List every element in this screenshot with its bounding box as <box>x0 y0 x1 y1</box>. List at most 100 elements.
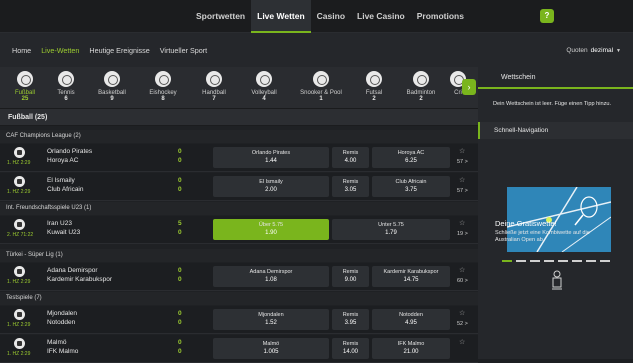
quick-nav-header[interactable]: Schnell-Navigation <box>478 122 633 139</box>
more-markets-link[interactable]: 60 > <box>457 278 468 284</box>
nav-promotions[interactable]: Promotions <box>411 0 470 33</box>
chevron-down-icon: ▼ <box>616 48 621 54</box>
odds-label: Notodden <box>399 312 423 318</box>
odds-button[interactable]: Orlando Pirates 1.44 <box>213 147 329 168</box>
odds-button[interactable]: Remis 4.00 <box>332 147 369 168</box>
subnav-heutige-ereignisse[interactable]: Heutige Ereignisse <box>89 46 149 55</box>
star-icon[interactable]: ☆ <box>459 266 465 274</box>
odds-button[interactable]: Unter 5.75 1.79 <box>332 219 450 240</box>
sports-strip: Fußball 25 Tennis 6 Basketball 9 Eishock… <box>0 67 478 109</box>
carousel-dot[interactable] <box>600 260 610 262</box>
odds-format-label: Quoten <box>566 47 588 54</box>
license-seal-icon <box>552 270 562 290</box>
odds-button-selected[interactable]: Über 5.75 1.90 <box>213 219 329 240</box>
more-markets-link[interactable]: 57 > <box>457 159 468 165</box>
sport-futsal[interactable]: Futsal 2 <box>349 71 399 102</box>
team-home: Adana Demirspor <box>47 267 98 274</box>
sport-count: 6 <box>64 96 68 102</box>
sport-count: 2 <box>419 96 423 102</box>
nav-sportwetten[interactable]: Sportwetten <box>190 0 251 33</box>
league-header[interactable]: Int. Freundschaftsspiele U23 (1) <box>0 202 478 215</box>
score-home: 0 <box>178 339 182 346</box>
futsal-icon <box>366 71 382 87</box>
score-home: 0 <box>178 148 182 155</box>
league-header[interactable]: CAF Champions League (2) <box>0 130 478 143</box>
star-icon[interactable]: ☆ <box>459 309 465 317</box>
sport-volleyball[interactable]: Volleyball 4 <box>239 71 289 102</box>
team-home: Orlando Pirates <box>47 148 93 155</box>
carousel-dot[interactable] <box>544 260 554 262</box>
sport-tennis[interactable]: Tennis 6 <box>41 71 91 102</box>
star-icon[interactable]: ☆ <box>459 147 465 155</box>
odds-button[interactable]: Remis 9.00 <box>332 266 369 287</box>
nav-casino[interactable]: Casino <box>311 0 351 33</box>
more-markets-link[interactable]: 19 > <box>457 231 468 237</box>
odds-format-select[interactable]: Quoten dezimal ▼ <box>566 47 621 54</box>
match-row[interactable]: 2. HZ 71:22 Iran U23 Kuwait U23 5 0 Über… <box>0 216 478 244</box>
nav-live-wetten[interactable]: Live Wetten <box>251 0 311 33</box>
odds-label: Malmö <box>262 341 280 347</box>
subnav-home[interactable]: Home <box>12 46 31 55</box>
subnav-virtueller-sport[interactable]: Virtueller Sport <box>160 46 207 55</box>
odds-button[interactable]: Kardemir Karabukspor 14.75 <box>372 266 450 287</box>
score-away: 0 <box>178 186 182 193</box>
odds-button[interactable]: Notodden 4.95 <box>372 309 450 330</box>
carousel-dot[interactable] <box>586 260 596 262</box>
subnav-live-wetten[interactable]: Live-Wetten <box>41 46 79 55</box>
odds-label: Club Africain <box>395 179 427 185</box>
sport-count: 1 <box>319 96 323 102</box>
odds-label: Unter 5.75 <box>378 222 404 228</box>
star-icon[interactable]: ☆ <box>459 338 465 346</box>
star-icon[interactable]: ☆ <box>459 176 465 184</box>
more-markets-link[interactable]: 52 > <box>457 321 468 327</box>
sport-badminton[interactable]: Badminton 2 <box>396 71 446 102</box>
odds-button[interactable]: Adana Demirspor 1.08 <box>213 266 329 287</box>
odds-button[interactable]: Remis 3.95 <box>332 309 369 330</box>
league-header[interactable]: Türkei - Süper Lig (1) <box>0 249 478 262</box>
odds-button[interactable]: Club Africain 3.75 <box>372 176 450 197</box>
match-time: 1. HZ 2:29 <box>7 160 31 166</box>
match-row[interactable]: 1. HZ 2:29 El Ismaily Club Africain 0 0 … <box>0 173 478 201</box>
match-time: 1. HZ 2:29 <box>7 279 31 285</box>
snooker-icon <box>313 71 329 87</box>
more-markets-link[interactable]: 57 > <box>457 188 468 194</box>
odds-value: 14.00 <box>342 349 358 355</box>
main-nav: Sportwetten Live Wetten Casino Live Casi… <box>190 0 470 33</box>
carousel-dot[interactable] <box>502 260 512 262</box>
help-icon[interactable]: ? <box>540 9 554 23</box>
odds-button[interactable]: El Ismaily 2.00 <box>213 176 329 197</box>
sport-hockey[interactable]: Eishockey 8 <box>138 71 188 102</box>
nav-live-casino[interactable]: Live Casino <box>351 0 411 33</box>
sport-handball[interactable]: Handball 7 <box>189 71 239 102</box>
match-time: 1. HZ 2:29 <box>7 189 31 195</box>
odds-button[interactable]: Remis 3.05 <box>332 176 369 197</box>
carousel-dot[interactable] <box>558 260 568 262</box>
sport-count: 9 <box>110 96 114 102</box>
match-row[interactable]: 1. HZ 2:29 Orlando Pirates Horoya AC 0 0… <box>0 144 478 172</box>
score-away: 0 <box>178 229 182 236</box>
carousel-dot[interactable] <box>530 260 540 262</box>
category-header[interactable]: Fußball (25) <box>0 109 478 126</box>
team-away: Kuwait U23 <box>47 229 81 236</box>
team-home: Iran U23 <box>47 220 72 227</box>
odds-button[interactable]: Malmö 1.005 <box>213 338 329 359</box>
match-row[interactable]: 1. HZ 2:29 Mjondalen Notodden 0 0 Mjonda… <box>0 306 478 334</box>
star-icon[interactable]: ☆ <box>459 219 465 227</box>
carousel-dot[interactable] <box>572 260 582 262</box>
odds-button[interactable]: Mjondalen 1.52 <box>213 309 329 330</box>
carousel-dot[interactable] <box>516 260 526 262</box>
football-icon <box>14 219 25 230</box>
sub-bar: Home Live-Wetten Heutige Ereignisse Virt… <box>0 33 633 67</box>
sport-snooker[interactable]: Snooker & Pool 1 <box>296 71 346 102</box>
odds-label: Remis <box>342 179 359 185</box>
league-header[interactable]: Testspiele (7) <box>0 292 478 305</box>
chevron-right-icon[interactable]: › <box>462 79 476 95</box>
sport-basketball[interactable]: Basketball 9 <box>87 71 137 102</box>
odds-label: Horoya AC <box>397 150 425 156</box>
odds-button[interactable]: Horoya AC 6.25 <box>372 147 450 168</box>
football-icon <box>14 338 25 349</box>
betslip-tab[interactable]: Wettschein <box>478 67 633 89</box>
odds-button[interactable]: Remis 14.00 <box>332 338 369 359</box>
match-row[interactable]: 1. HZ 2:29 Adana Demirspor Kardemir Kara… <box>0 263 478 291</box>
odds-button[interactable]: IFK Malmo 21.00 <box>372 338 450 359</box>
